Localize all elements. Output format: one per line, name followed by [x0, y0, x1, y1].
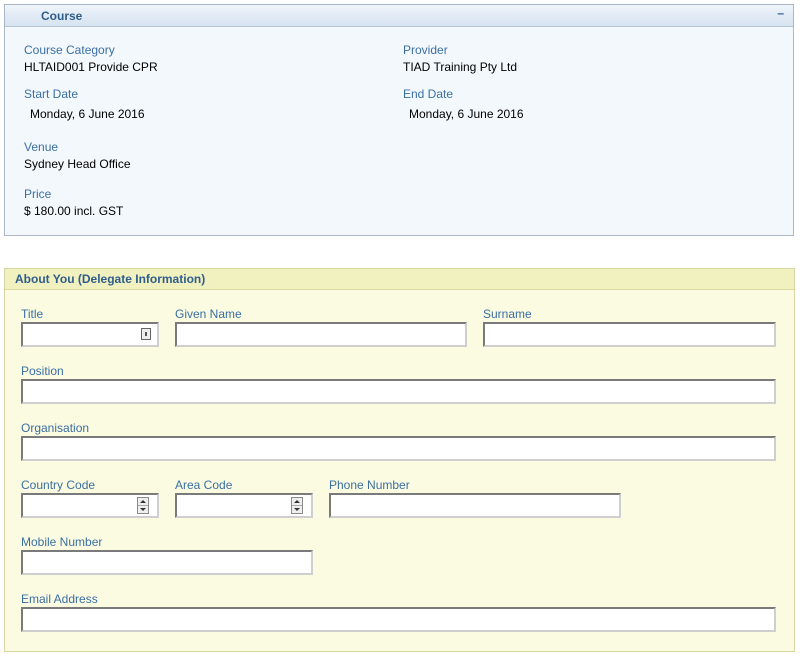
country-code-spinner	[137, 497, 149, 514]
spin-up-icon[interactable]	[138, 498, 148, 506]
about-you-title: About You (Delegate Information)	[15, 272, 206, 286]
given-name-label: Given Name	[175, 307, 242, 321]
course-category-label: Course Category	[24, 43, 115, 57]
mobile-number-field[interactable]	[21, 550, 313, 575]
phone-number-label: Phone Number	[329, 478, 410, 492]
course-panel-header: Course –	[5, 5, 793, 27]
venue-label: Venue	[24, 140, 59, 154]
country-code-label: Country Code	[21, 478, 96, 492]
email-address-field[interactable]	[21, 607, 776, 632]
about-you-header: About You (Delegate Information)	[5, 269, 794, 290]
collapse-icon[interactable]: –	[777, 6, 784, 20]
provider-value: TIAD Training Pty Ltd	[403, 60, 518, 74]
spin-down-icon[interactable]	[138, 506, 148, 513]
surname-label: Surname	[483, 307, 532, 321]
course-panel: Course – Course Category HLTAID001 Provi…	[4, 4, 794, 236]
mobile-number-label: Mobile Number	[21, 535, 103, 549]
area-code-label: Area Code	[175, 478, 233, 492]
start-date-label: Start Date	[24, 87, 79, 101]
end-date-value: Monday, 6 June 2016	[409, 107, 524, 121]
list-picker-icon[interactable]	[141, 328, 151, 340]
surname-field[interactable]	[483, 322, 776, 347]
course-panel-title: Course	[41, 9, 83, 23]
about-you-panel: About You (Delegate Information) Title G…	[4, 268, 795, 652]
area-code-spinner	[291, 497, 303, 514]
start-date-value: Monday, 6 June 2016	[30, 107, 145, 121]
organisation-label: Organisation	[21, 421, 90, 435]
phone-number-field[interactable]	[329, 493, 621, 518]
title-field[interactable]	[21, 322, 159, 347]
provider-label: Provider	[403, 43, 448, 57]
email-address-label: Email Address	[21, 592, 98, 606]
price-value: $ 180.00 incl. GST	[24, 204, 124, 218]
organisation-field[interactable]	[21, 436, 776, 461]
given-name-field[interactable]	[175, 322, 467, 347]
end-date-label: End Date	[403, 87, 454, 101]
position-field[interactable]	[21, 379, 776, 404]
course-category-value: HLTAID001 Provide CPR	[24, 60, 158, 74]
title-label: Title	[21, 307, 44, 321]
price-label: Price	[24, 187, 52, 201]
venue-value: Sydney Head Office	[24, 157, 131, 171]
spin-up-icon[interactable]	[292, 498, 302, 506]
spin-down-icon[interactable]	[292, 506, 302, 513]
position-label: Position	[21, 364, 64, 378]
